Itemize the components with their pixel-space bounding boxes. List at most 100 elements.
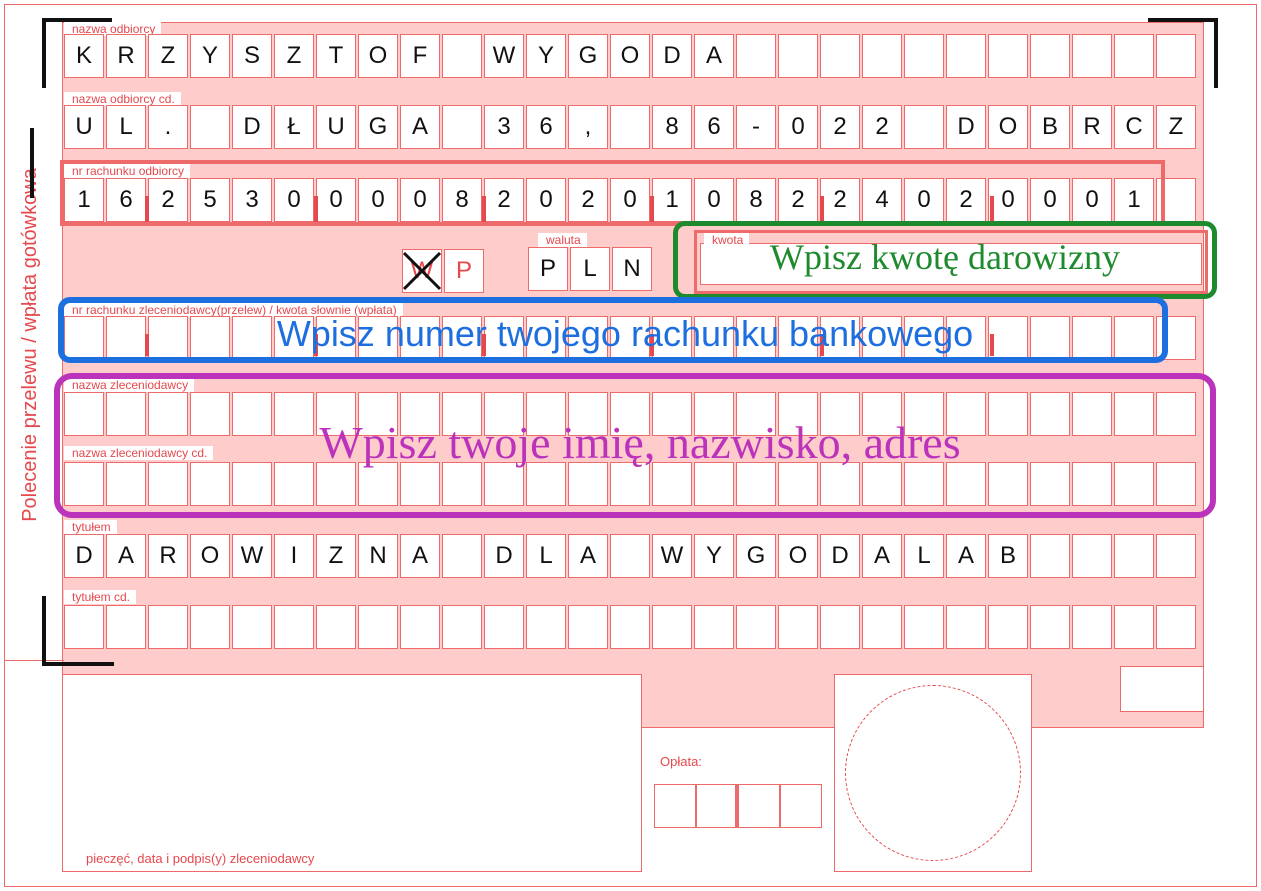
char-cell: S [232, 34, 272, 78]
oplata-boxes[interactable] [654, 784, 822, 828]
small-box [1120, 666, 1204, 712]
char-cell [1114, 605, 1154, 649]
signature-box[interactable] [62, 674, 642, 872]
cross-mark-icon [402, 251, 442, 291]
char-cell: 2 [820, 105, 860, 149]
oplata-cell [780, 784, 822, 828]
char-cell [610, 534, 650, 578]
char-cell [526, 605, 566, 649]
char-cell [1072, 34, 1112, 78]
char-cell: 0 [778, 105, 818, 149]
label-waluta: waluta [538, 233, 587, 247]
field-nazwa-odbiorcy-cd[interactable]: UL.DŁUGA36,86-022DOBRCZ [64, 105, 1196, 149]
char-cell [610, 605, 650, 649]
char-cell [442, 34, 482, 78]
type-box-p-text: P [455, 257, 472, 284]
char-cell [988, 34, 1028, 78]
char-cell [1030, 534, 1070, 578]
char-cell: D [64, 534, 104, 578]
field-nazwa-odbiorcy[interactable]: KRZYSZTOFWYGODA [64, 34, 1196, 78]
char-cell [862, 605, 902, 649]
char-cell: A [946, 534, 986, 578]
char-cell [568, 605, 608, 649]
char-cell: 6 [526, 105, 566, 149]
char-cell [64, 605, 104, 649]
char-cell [694, 605, 734, 649]
label-oplata: Opłata: [660, 754, 702, 769]
label-tytulem-cd: tytułem cd. [64, 590, 137, 604]
char-cell: A [862, 534, 902, 578]
char-cell: W [484, 34, 524, 78]
char-cell [778, 34, 818, 78]
char-cell [820, 34, 860, 78]
char-cell [1072, 534, 1112, 578]
char-cell: L [526, 534, 566, 578]
char-cell [484, 605, 524, 649]
field-tytulem[interactable]: DAROWIZNADLAWYGODALAB [64, 534, 1196, 578]
char-cell: R [106, 34, 146, 78]
char-cell [400, 605, 440, 649]
char-cell: D [820, 534, 860, 578]
corner-mark [42, 662, 114, 666]
corner-mark [42, 596, 46, 666]
char-cell: C [1114, 105, 1154, 149]
char-cell: F [400, 34, 440, 78]
corner-mark [1148, 18, 1218, 22]
char-cell: A [106, 534, 146, 578]
char-cell: N [358, 534, 398, 578]
char-cell [736, 605, 776, 649]
char-cell: L [106, 105, 146, 149]
corner-mark [1214, 18, 1218, 88]
char-cell: U [64, 105, 104, 149]
annotation-account-text: Wpisz numer twojego rachunku bankowego [276, 313, 974, 354]
char-cell: Y [526, 34, 566, 78]
char-cell: . [148, 105, 188, 149]
char-cell: O [988, 105, 1028, 149]
char-cell [190, 605, 230, 649]
char-cell [442, 105, 482, 149]
char-cell: T [316, 34, 356, 78]
account-number-frame [60, 160, 1165, 226]
stamp-circle [845, 685, 1021, 861]
char-cell: O [610, 34, 650, 78]
char-cell [148, 605, 188, 649]
label-nazwa-odbiorcy-cd: nazwa odbiorcy cd. [64, 92, 181, 106]
char-cell [904, 105, 944, 149]
currency-cell: L [570, 247, 610, 291]
char-cell: Z [148, 34, 188, 78]
char-cell: - [736, 105, 776, 149]
char-cell: 3 [484, 105, 524, 149]
char-cell [778, 605, 818, 649]
char-cell: A [400, 105, 440, 149]
transfer-form: Polecenie przelewu / wpłata gotówkowa na… [0, 0, 1261, 891]
char-cell [862, 34, 902, 78]
form-side-label: Polecenie przelewu / wpłata gotówkowa [19, 168, 41, 522]
char-cell [190, 105, 230, 149]
char-cell [1156, 534, 1196, 578]
char-cell: A [400, 534, 440, 578]
type-box-p[interactable]: P [444, 249, 484, 293]
currency-cell: P [528, 247, 568, 291]
char-cell: K [64, 34, 104, 78]
char-cell: A [694, 34, 734, 78]
char-cell: Z [274, 34, 314, 78]
annotation-name-text: Wpisz twoje imię, nazwisko, adres [319, 417, 961, 468]
field-tytulem-cd[interactable] [64, 605, 1196, 649]
char-cell: A [568, 534, 608, 578]
char-cell: D [232, 105, 272, 149]
char-cell: 8 [652, 105, 692, 149]
char-cell [988, 605, 1028, 649]
char-cell: B [1030, 105, 1070, 149]
char-cell: Z [1156, 105, 1196, 149]
oplata-cell [654, 784, 696, 828]
char-cell: O [778, 534, 818, 578]
char-cell [1072, 605, 1112, 649]
char-cell: Z [316, 534, 356, 578]
char-cell: U [316, 105, 356, 149]
corner-mark [42, 18, 46, 88]
char-cell: L [904, 534, 944, 578]
form-divider-line [4, 660, 64, 661]
char-cell [106, 605, 146, 649]
char-cell [1156, 605, 1196, 649]
field-waluta[interactable]: PLN [528, 247, 652, 291]
